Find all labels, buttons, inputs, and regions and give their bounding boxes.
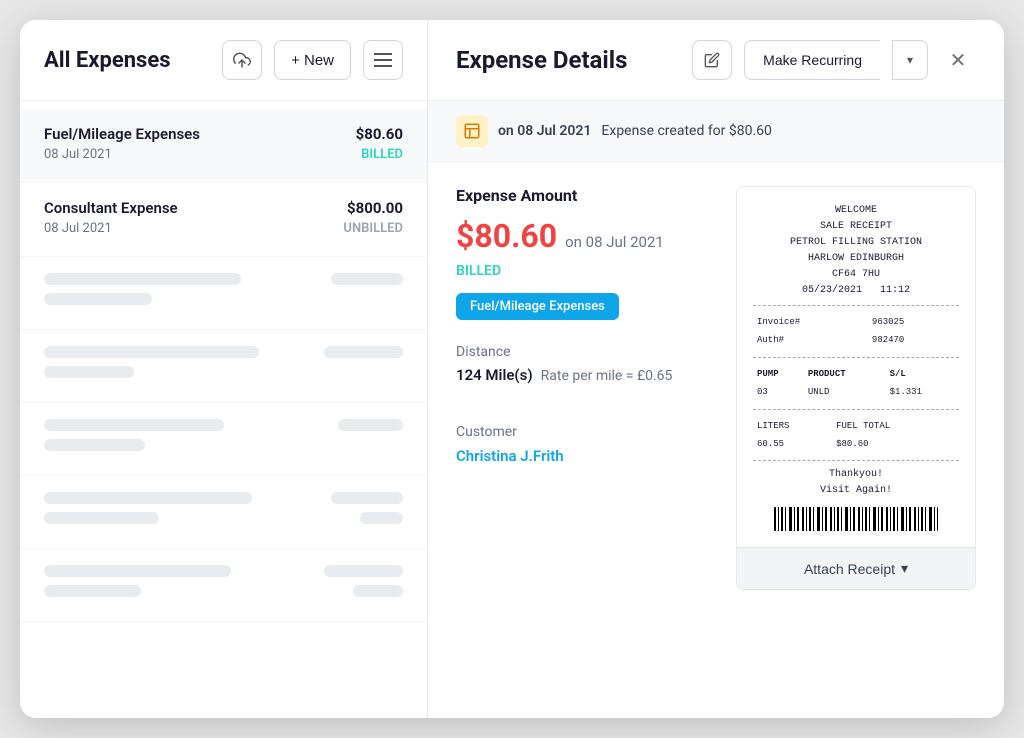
- customer-link[interactable]: Christina J.Frith: [456, 447, 564, 465]
- receipt-datetime: 05/23/2021 11:12: [753, 283, 959, 299]
- expense-item-2[interactable]: Consultant Expense $800.00 08 Jul 2021 U…: [20, 183, 427, 257]
- activity-banner: on 08 Jul 2021 Expense created for $80.6…: [428, 101, 1004, 162]
- activity-date: on 08 Jul 2021: [498, 123, 591, 139]
- left-panel: All Expenses + New: [20, 20, 428, 718]
- expense-amount-1: $80.60: [356, 125, 403, 143]
- activity-text: Expense created for $80.60: [601, 123, 772, 139]
- expense-amount-label: Expense Amount: [456, 186, 708, 205]
- left-header: All Expenses + New: [20, 20, 427, 101]
- right-header: Expense Details Make Recurring ▾ ✕: [428, 20, 1004, 101]
- skeleton-item-4: [20, 476, 427, 549]
- receipt-container: WELCOME SALE RECEIPT PETROL FILLING STAT…: [736, 186, 976, 590]
- expense-item-1[interactable]: Fuel/Mileage Expenses $80.60 08 Jul 2021…: [20, 109, 427, 183]
- receipt-line-2: SALE RECEIPT: [753, 219, 959, 235]
- make-recurring-button[interactable]: Make Recurring: [744, 40, 880, 80]
- close-icon: ✕: [950, 48, 967, 73]
- expense-date-2: 08 Jul 2021: [44, 221, 112, 236]
- expense-name-2: Consultant Expense: [44, 199, 178, 217]
- receipt-visit: Visit Again!: [753, 483, 959, 499]
- customer-label: Customer: [456, 424, 708, 440]
- skeleton-item-1: [20, 257, 427, 330]
- receipt-line-5: CF64 7HU: [753, 267, 959, 283]
- dropdown-chevron-icon: ▾: [907, 53, 913, 67]
- activity-icon: [456, 115, 488, 147]
- skeleton-item-2: [20, 330, 427, 403]
- category-badge[interactable]: Fuel/Mileage Expenses: [456, 293, 619, 320]
- detail-content: Expense Amount $80.60 on 08 Jul 2021 BIL…: [428, 162, 1004, 718]
- make-recurring-dropdown-button[interactable]: ▾: [892, 40, 928, 80]
- detail-left: Expense Amount $80.60 on 08 Jul 2021 BIL…: [456, 186, 708, 694]
- receipt-items-table: PUMP PRODUCT S/L 03 UNLD $1.331: [753, 364, 959, 403]
- skeleton-item-3: [20, 403, 427, 476]
- receipt-invoice-table: Invoice# 963025 Auth# 982470: [753, 312, 959, 351]
- expense-amount-2: $800.00: [347, 199, 403, 217]
- expense-status-2: UNBILLED: [343, 221, 403, 236]
- expense-billed-status: BILLED: [456, 263, 708, 279]
- barcode-image: [774, 507, 939, 531]
- expense-name-1: Fuel/Mileage Expenses: [44, 125, 200, 143]
- right-panel: Expense Details Make Recurring ▾ ✕: [428, 20, 1004, 718]
- attach-receipt-chevron-icon: ▾: [901, 560, 908, 577]
- expense-list: Fuel/Mileage Expenses $80.60 08 Jul 2021…: [20, 101, 427, 718]
- attach-receipt-label: Attach Receipt: [804, 561, 895, 577]
- distance-rate: Rate per mile = £0.65: [541, 368, 673, 384]
- expense-amount-date: on 08 Jul 2021: [565, 233, 664, 251]
- invoice-label: Invoice#: [755, 314, 868, 330]
- receipt-line-4: HARLOW EDINBURGH: [753, 251, 959, 267]
- edit-button[interactable]: [692, 40, 732, 80]
- all-expenses-title: All Expenses: [44, 48, 210, 73]
- receipt-paper: WELCOME SALE RECEIPT PETROL FILLING STAT…: [737, 187, 975, 547]
- new-button[interactable]: + New: [274, 40, 351, 80]
- auth-label: Auth#: [755, 332, 868, 348]
- detail-right: WELCOME SALE RECEIPT PETROL FILLING STAT…: [736, 186, 976, 694]
- receipt-totals-table: LITERS FUEL TOTAL 60.55 $80.60: [753, 416, 959, 455]
- expense-details-title: Expense Details: [456, 46, 680, 74]
- invoice-val: 963025: [870, 314, 957, 330]
- receipt-line-1: WELCOME: [753, 203, 959, 219]
- close-button[interactable]: ✕: [940, 42, 976, 78]
- distance-label: Distance: [456, 344, 708, 360]
- distance-value: 124 Mile(s): [456, 366, 533, 384]
- upload-button[interactable]: [222, 40, 262, 80]
- receipt-thanks: Thankyou!: [753, 467, 959, 483]
- attach-receipt-button[interactable]: Attach Receipt ▾: [737, 547, 975, 589]
- auth-val: 982470: [870, 332, 957, 348]
- expense-amount-value: $80.60: [456, 217, 557, 255]
- menu-button[interactable]: [363, 40, 403, 80]
- expense-status-1: BILLED: [361, 147, 403, 162]
- new-button-label: + New: [291, 52, 334, 69]
- skeleton-item-5: [20, 549, 427, 622]
- expense-date-1: 08 Jul 2021: [44, 147, 112, 162]
- receipt-line-3: PETROL FILLING STATION: [753, 235, 959, 251]
- customer-section: Customer Christina J.Frith: [456, 424, 708, 465]
